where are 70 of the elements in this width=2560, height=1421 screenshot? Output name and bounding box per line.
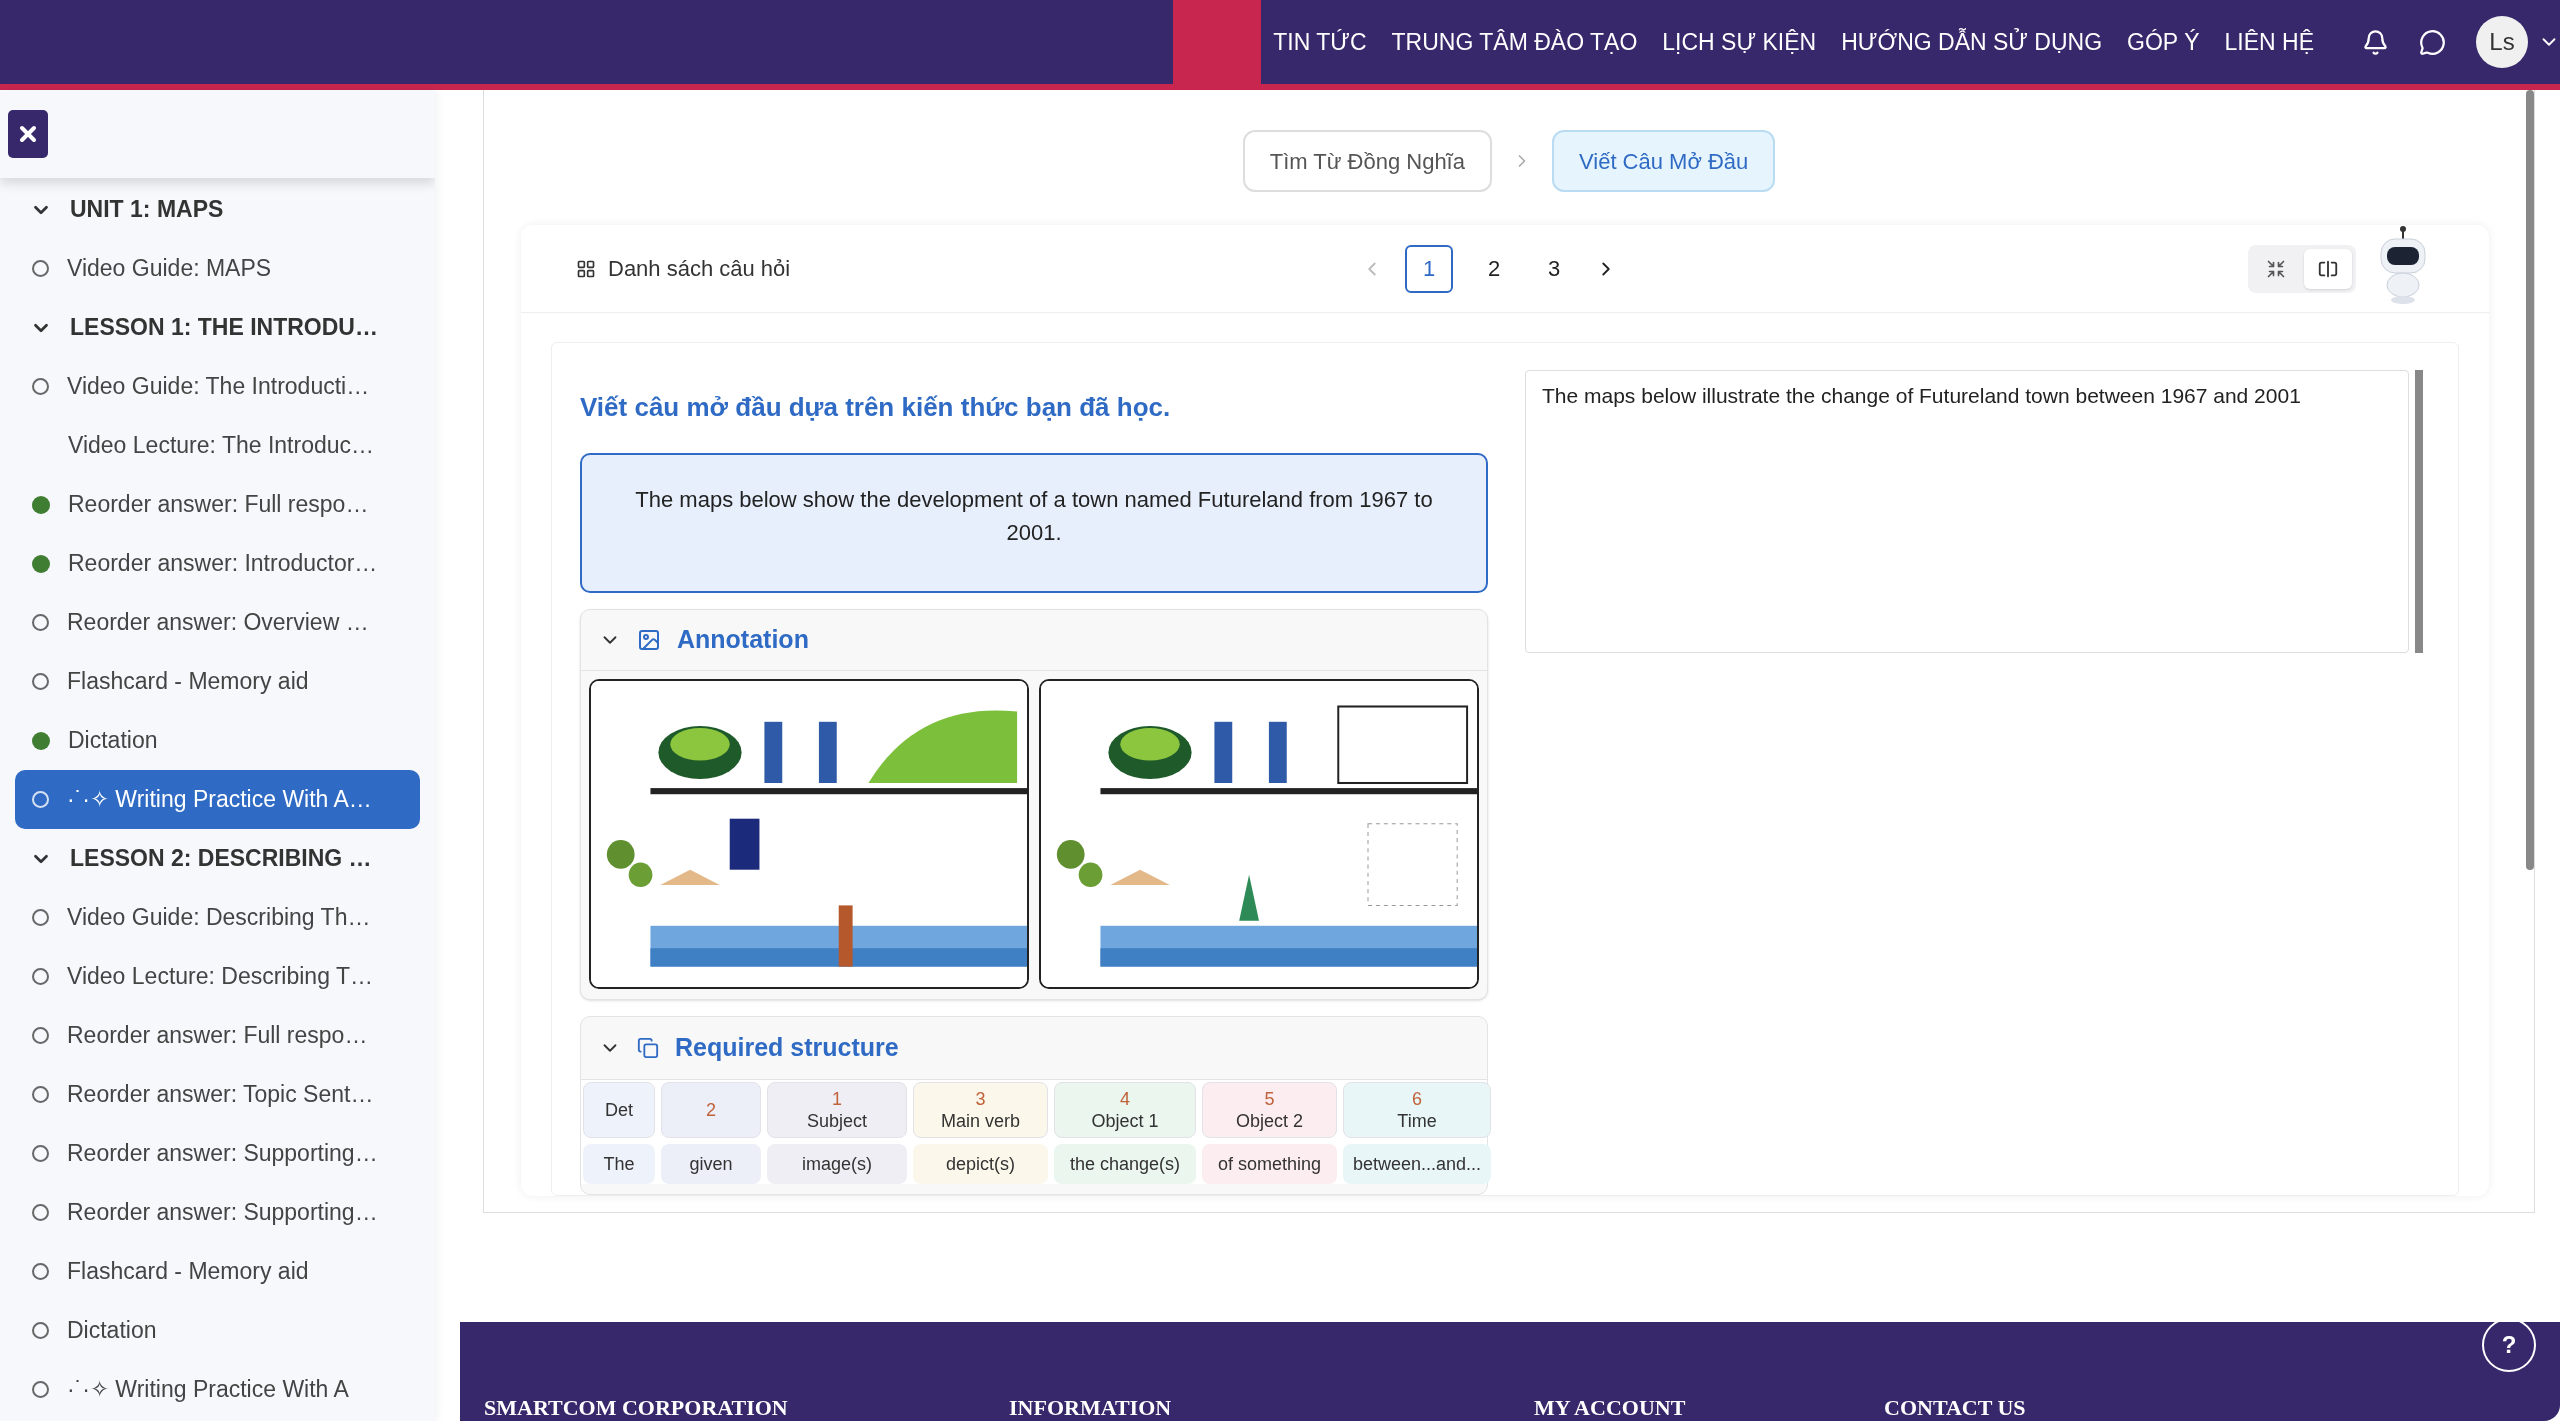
section-title: UNIT 1: MAPS — [70, 195, 224, 225]
structure-column-header: Det — [583, 1082, 655, 1138]
image-icon — [637, 628, 661, 652]
structure-column-header: 6 Time — [1343, 1082, 1491, 1138]
structure-column-header: 3 Main verb — [913, 1082, 1048, 1138]
footer-heading: INFORMATION — [1009, 1395, 1173, 1421]
page-number[interactable]: 3 — [1535, 244, 1573, 293]
question-list-button[interactable]: Danh sách câu hỏi — [576, 252, 791, 285]
lesson-item[interactable]: Reorder answer: Overview … — [15, 593, 420, 652]
lesson-section-header[interactable]: UNIT 1: MAPS — [0, 180, 435, 239]
footer-heading: MY ACCOUNT — [1534, 1395, 1687, 1421]
structure-column-header: 2 — [661, 1082, 761, 1138]
lesson-item[interactable]: Flashcard - Memory aid — [15, 1242, 420, 1301]
structure-cell: the change(s) — [1054, 1144, 1196, 1184]
lesson-item[interactable]: Reorder answer: Full respo… — [15, 475, 420, 534]
footer-heading: SMARTCOM CORPORATION — [484, 1395, 789, 1421]
user-avatar[interactable]: Ls — [2476, 16, 2528, 68]
step-tab[interactable]: Tìm Từ Đồng Nghĩa — [1242, 130, 1492, 192]
task-heading: Viết câu mở đầu dựa trên kiến thức bạn đã học. — [580, 391, 1172, 424]
structure-column-header: 1 Subject — [767, 1082, 907, 1138]
nav-link[interactable]: TIN TỨC — [1273, 24, 1367, 60]
lesson-item[interactable]: Video Lecture: The Introduc… — [15, 416, 420, 475]
lesson-item[interactable]: Dictation — [15, 1301, 420, 1360]
grid-icon — [576, 258, 596, 279]
structure-cell: given — [661, 1144, 761, 1184]
structure-cell: image(s) — [767, 1144, 907, 1184]
page-scrollbar[interactable] — [2526, 90, 2534, 870]
lesson-item[interactable]: Reorder answer: Supporting… — [15, 1183, 420, 1242]
footer-heading: CONTACT US — [1884, 1395, 2027, 1421]
close-sidebar-button[interactable] — [8, 110, 48, 158]
task-prompt: The maps below show the development of a town named Futureland from 1967 to 2001. — [580, 453, 1488, 593]
page-number[interactable]: 1 — [1405, 244, 1453, 293]
nav-link[interactable]: LIÊN HỆ — [2224, 24, 2314, 60]
nav-link[interactable]: HƯỚNG DẪN SỬ DỤNG — [1841, 24, 2103, 60]
lesson-item[interactable]: ·˙·✧ Writing Practice With A… — [15, 770, 420, 829]
lesson-section-header[interactable]: LESSON 2: DESCRIBING … — [0, 829, 435, 888]
section-title: LESSON 1: THE INTRODU… — [70, 313, 378, 343]
structure-column-header: 5 Object 2 — [1202, 1082, 1337, 1138]
structure-cell: The — [583, 1144, 655, 1184]
lesson-item[interactable]: Reorder answer: Topic Sent… — [15, 1065, 420, 1124]
notification-bell-icon[interactable] — [2362, 28, 2389, 56]
step-tab[interactable]: Viết Câu Mở Đầu — [1552, 130, 1776, 192]
lesson-item[interactable]: Video Guide: MAPS — [15, 239, 420, 298]
view-toggle-button[interactable] — [2304, 248, 2352, 289]
lesson-item[interactable]: Flashcard - Memory aid — [15, 652, 420, 711]
page-number[interactable]: 2 — [1475, 244, 1513, 293]
structure-cell: depict(s) — [913, 1144, 1048, 1184]
answer-text-area[interactable]: The maps below illustrate the change of Futureland town between 1967 and 2001 — [1525, 370, 2409, 653]
lesson-item[interactable]: Video Guide: Describing Th… — [15, 888, 420, 947]
structure-column-header: 4 Object 1 — [1054, 1082, 1196, 1138]
nav-link[interactable]: GÓP Ý — [2127, 24, 2200, 60]
nav-link[interactable]: LỊCH SỰ KIỆN — [1662, 24, 1817, 60]
shrink-icon — [2266, 258, 2286, 279]
lesson-item[interactable]: Reorder answer: Introductor… — [15, 534, 420, 593]
lesson-item[interactable]: Video Guide: The Introducti… — [15, 357, 420, 416]
lesson-item[interactable]: Reorder answer: Full respo… — [15, 1006, 420, 1065]
annotation-header[interactable]: Annotation — [581, 610, 809, 670]
text-area-scrollbar[interactable] — [2415, 370, 2423, 653]
structure-cell: of something — [1202, 1144, 1337, 1184]
structure-header[interactable]: Required structure — [581, 1017, 899, 1079]
structure-cell: between...and... — [1343, 1144, 1491, 1184]
lesson-item[interactable]: Dictation — [15, 711, 420, 770]
section-title: LESSON 2: DESCRIBING … — [70, 844, 372, 874]
lesson-item[interactable]: ·˙·✧ Writing Practice With A — [15, 1360, 420, 1419]
chat-icon[interactable] — [2419, 28, 2446, 56]
layers-icon — [637, 1037, 659, 1059]
lesson-item[interactable]: Reorder answer: Supporting… — [15, 1124, 420, 1183]
lesson-item[interactable]: Video Lecture: Describing T… — [15, 947, 420, 1006]
lesson-section-header[interactable]: LESSON 1: THE INTRODU… — [0, 298, 435, 357]
nav-link[interactable]: TRUNG TÂM ĐÀO TẠO — [1391, 24, 1638, 60]
